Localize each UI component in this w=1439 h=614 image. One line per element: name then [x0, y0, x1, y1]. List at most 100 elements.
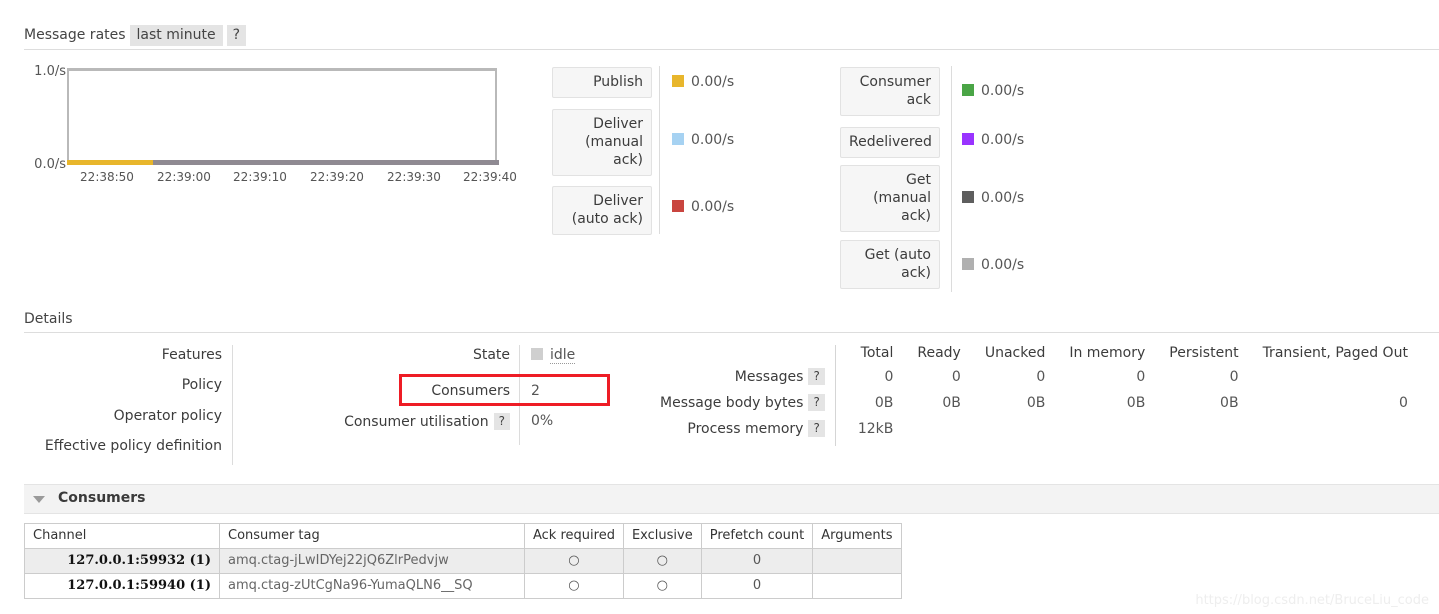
stats-cell: 0 [1229, 368, 1239, 385]
detail-value-consumer-utilisation: 0% [531, 413, 554, 429]
legend-divider-left [659, 66, 660, 234]
consumers-table-body: 127.0.0.1:59932 (1) amq.ctag-jLwIDYej22jQ… [24, 548, 902, 599]
legend-rate-text: 0.00/s [691, 74, 735, 90]
stats-cell: 0 [1399, 394, 1408, 411]
consumers-column-header[interactable]: Arguments [812, 523, 902, 549]
table-row: 127.0.0.1:59940 (1) amq.ctag-zUtCgNa96-Yu… [24, 573, 902, 599]
stats-header-row: Total Ready Unacked In memory Persistent Tran… [660, 345, 1408, 368]
rate-value-get-manual-ack: 0.00/s [962, 190, 1024, 206]
stats-cell [1239, 420, 1408, 446]
legend-rate-text: 0.00/s [691, 132, 735, 148]
chevron-down-icon[interactable] [33, 496, 45, 503]
stats-cell [1045, 420, 1145, 446]
consumer-channel-link[interactable]: 127.0.0.1:59932 (1) [24, 548, 220, 574]
rate-button-deliver-auto-ack[interactable]: Deliver (auto ack) [552, 186, 652, 235]
details-title: Details [24, 311, 73, 327]
stats-column-header: In memory [1069, 345, 1146, 361]
consumers-column-header[interactable]: Prefetch count [700, 523, 814, 549]
chart-x-tick: 22:39:40 [463, 170, 517, 184]
stats-row: Messages? 0 0 0 0 0 [660, 368, 1408, 394]
consumers-column-header[interactable]: Ack required [524, 523, 624, 549]
consumers-column-header[interactable]: Consumer tag [219, 523, 525, 549]
detail-label-operator-policy: Operator policy [113, 408, 222, 424]
consumers-header-row: Channel Consumer tag Ack required Exclusive… [24, 523, 902, 549]
stats-cell: 0B [834, 394, 894, 420]
message-rates-divider [24, 49, 1439, 50]
consumer-arguments-cell [812, 548, 902, 574]
detail-label-consumer-utilisation: Consumer utilisation? [280, 413, 510, 430]
stats-column-header: Unacked [984, 345, 1046, 361]
legend-rate-text: 0.00/s [981, 83, 1025, 99]
legend-swatch [962, 258, 974, 270]
legend-rate-text: 0.00/s [981, 132, 1025, 148]
stats-cell: 0 [1136, 368, 1146, 385]
help-icon-messages[interactable]: ? [808, 368, 825, 385]
rate-button-redelivered[interactable]: Redelivered [840, 127, 940, 158]
details-section-header: Details [24, 311, 73, 327]
consumer-channel-link[interactable]: 127.0.0.1:59940 (1) [24, 573, 220, 599]
details-divider [24, 332, 1439, 333]
table-row: 127.0.0.1:59932 (1) amq.ctag-jLwIDYej22jQ… [24, 548, 902, 574]
legend-divider-right [951, 66, 952, 292]
message-rates-title: Message rates [24, 27, 126, 43]
chart-x-tick: 22:39:10 [233, 170, 287, 184]
stats-cell: 0B [1220, 394, 1239, 411]
rate-button-get-auto-ack[interactable]: Get (auto ack) [840, 240, 940, 289]
consumers-column-header[interactable]: Channel [24, 523, 220, 549]
stats-row-label: Messages? [660, 368, 835, 394]
stats-cell: 0 [951, 368, 961, 385]
stats-cell: 0B [1026, 394, 1046, 411]
legend-swatch [962, 133, 974, 145]
consumer-ack-required-cell: ○ [524, 573, 624, 599]
rate-value-deliver-auto-ack: 0.00/s [672, 199, 734, 215]
detail-label-text: Consumer utilisation [344, 414, 489, 430]
detail-label-features: Features [161, 347, 222, 363]
stats-cell: 0B [1126, 394, 1146, 411]
consumer-ack-required-cell: ○ [524, 548, 624, 574]
legend-swatch [672, 200, 684, 212]
stats-column-header: Ready [917, 345, 961, 361]
legend-swatch [962, 84, 974, 96]
legend-rate-text: 0.00/s [691, 199, 735, 215]
message-rates-help-icon[interactable]: ? [226, 25, 247, 46]
chart-x-axis-ticks: 22:38:50 22:39:00 22:39:10 22:39:20 22:39:30… [67, 170, 517, 186]
stats-row-label: Process memory? [660, 420, 835, 446]
consumer-arguments-cell [812, 573, 902, 599]
stats-cell: 0B [942, 394, 961, 411]
help-icon-process-memory[interactable]: ? [808, 420, 825, 437]
detail-label-policy: Policy [181, 377, 222, 393]
chart-x-tick: 22:38:50 [80, 170, 134, 184]
stats-body: Messages? 0 0 0 0 0 Message body bytes? 0B 0B 0B 0… [660, 368, 1408, 446]
stats-cell [893, 420, 960, 446]
watermark: https://blog.csdn.net/BruceLiu_code [1195, 593, 1429, 608]
legend-rate-text: 0.00/s [981, 257, 1025, 273]
legend-swatch [672, 133, 684, 145]
details-left-divider [232, 345, 233, 465]
message-rates-section-header: Message rates last minute? [24, 25, 247, 46]
help-icon-consumer-utilisation[interactable]: ? [493, 413, 510, 430]
consumers-section-bar[interactable] [24, 484, 1439, 514]
consumer-prefetch-count-cell: 0 [700, 573, 814, 599]
rate-button-publish[interactable]: Publish [552, 67, 652, 98]
rate-value-deliver-manual-ack: 0.00/s [672, 132, 734, 148]
rate-button-deliver-manual-ack[interactable]: Deliver (manual ack) [552, 109, 652, 176]
consumers-table: Channel Consumer tag Ack required Exclusive… [24, 523, 902, 599]
rate-button-consumer-ack[interactable]: Consumer ack [840, 67, 940, 116]
detail-label-state: State [280, 347, 510, 363]
stats-cell: 0 [1036, 368, 1046, 385]
consumer-exclusive-cell: ○ [622, 548, 702, 574]
period-tab-last-minute[interactable]: last minute [129, 25, 223, 46]
stats-row: Message body bytes? 0B 0B 0B 0B 0B 0 [660, 394, 1408, 420]
queue-stats-table: Total Ready Unacked In memory Persistent Tran… [660, 345, 1408, 446]
rate-button-get-manual-ack[interactable]: Get (manual ack) [840, 165, 940, 232]
consumer-tag-cell: amq.ctag-jLwIDYej22jQ6ZlrPedvjw [219, 548, 525, 574]
rate-value-consumer-ack: 0.00/s [962, 83, 1024, 99]
help-icon-message-body-bytes[interactable]: ? [808, 394, 825, 411]
stats-column-header: Transient, Paged Out [1262, 345, 1408, 361]
legend-rate-text: 0.00/s [981, 190, 1025, 206]
stats-cell [961, 420, 1046, 446]
state-status-text: idle [550, 347, 576, 364]
consumers-column-header[interactable]: Exclusive [622, 523, 702, 549]
stats-cell: 12kB [834, 420, 894, 446]
stats-row-label-text: Process memory [687, 421, 804, 437]
